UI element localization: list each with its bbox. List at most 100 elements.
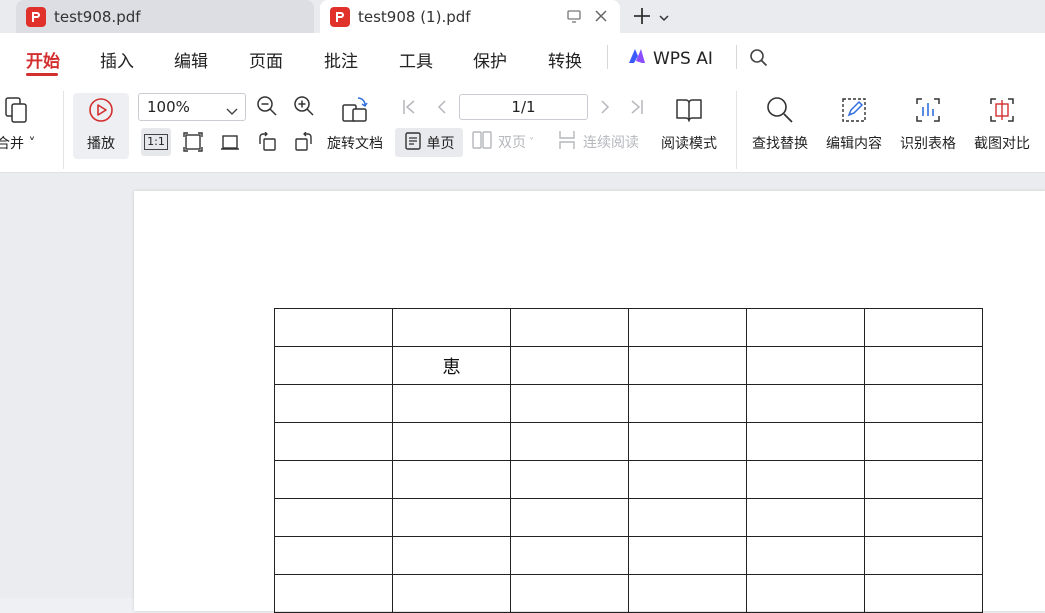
find-replace-button[interactable]: 查找替换 <box>752 93 808 153</box>
chevron-down-icon[interactable] <box>658 9 670 28</box>
menu-convert[interactable]: 转换 <box>548 47 582 72</box>
merge-icon <box>2 93 30 127</box>
table-cell <box>628 384 747 423</box>
menu-home[interactable]: 开始 <box>26 47 60 72</box>
wps-ai-logo-icon <box>627 47 647 70</box>
menu-protect[interactable]: 保护 <box>473 47 507 72</box>
menu-edit[interactable]: 编辑 <box>174 47 208 72</box>
new-tab-button[interactable] <box>632 6 670 30</box>
table-cell <box>392 574 511 613</box>
table-cell <box>628 536 747 575</box>
table-cell <box>746 460 865 499</box>
tab-test908-1[interactable]: test908 (1).pdf <box>320 0 620 33</box>
single-page-icon <box>404 131 422 155</box>
double-page-icon <box>472 130 492 154</box>
pdf-page[interactable]: 恵 <box>134 191 1045 613</box>
table-row <box>274 498 983 537</box>
screenshot-compare-button[interactable]: 截图对比 <box>974 93 1030 153</box>
table-cell <box>392 498 511 537</box>
table-cell <box>510 384 629 423</box>
tab-bar: test908.pdf test908 (1).pdf <box>0 0 1045 33</box>
zoom-out-icon[interactable] <box>256 95 278 121</box>
merge-button[interactable]: 合并 ˅ <box>0 93 35 153</box>
table-cell <box>864 346 983 385</box>
actual-size-label: 1:1 <box>144 134 168 150</box>
table-row <box>274 308 983 347</box>
tab-title: test908 (1).pdf <box>358 7 471 26</box>
active-menu-underline <box>26 73 58 76</box>
tab-title: test908.pdf <box>54 7 141 26</box>
table-cell <box>274 460 393 499</box>
menu-page[interactable]: 页面 <box>249 47 283 72</box>
previous-page-icon[interactable] <box>435 98 449 120</box>
zoom-select[interactable]: 100% <box>138 93 246 121</box>
table-cell <box>274 308 393 347</box>
table-cell <box>628 574 747 613</box>
next-page-icon[interactable] <box>598 98 612 120</box>
table-cell <box>864 498 983 537</box>
table-cell <box>746 384 865 423</box>
double-page-button[interactable]: 双页 ˅ <box>472 127 534 157</box>
reading-mode-button[interactable]: 阅读模式 <box>661 93 717 153</box>
zoom-value: 100% <box>147 98 190 116</box>
wps-ai-button[interactable]: WPS AI <box>627 47 713 70</box>
close-tab-icon[interactable] <box>594 9 608 23</box>
ribbon-toolbar: 合并 ˅ 播放 100% 旋转文档 1:1 单页 双页 ˅ 连续阅读 1/1 阅… <box>0 81 1045 173</box>
menu-annotate[interactable]: 批注 <box>324 47 358 72</box>
single-page-button[interactable]: 单页 <box>395 128 463 157</box>
play-icon <box>87 93 115 127</box>
table-cell <box>628 498 747 537</box>
table-cell <box>510 308 629 347</box>
menu-tools[interactable]: 工具 <box>399 47 433 72</box>
page-number-input[interactable]: 1/1 <box>459 94 588 120</box>
table-cell <box>628 422 747 461</box>
menu-divider <box>736 45 737 69</box>
recognize-table-label: 识别表格 <box>900 136 956 152</box>
table-cell <box>746 346 865 385</box>
menu-insert[interactable]: 插入 <box>100 47 134 72</box>
recognize-table-button[interactable]: 识别表格 <box>900 93 956 153</box>
table-cell: 恵 <box>392 346 511 385</box>
toolbar-divider <box>736 91 737 169</box>
table-row: 恵 <box>274 346 983 385</box>
table-cell <box>510 498 629 537</box>
recognize-table-icon <box>913 93 943 127</box>
table-cell <box>510 422 629 461</box>
continuous-reading-button[interactable]: 连续阅读 <box>557 127 639 157</box>
table-cell <box>864 308 983 347</box>
reading-mode-label: 阅读模式 <box>661 136 717 152</box>
float-window-icon[interactable] <box>566 8 582 24</box>
table-cell <box>628 346 747 385</box>
table-cell <box>274 384 393 423</box>
rotate-document-button[interactable]: 旋转文档 <box>327 93 383 153</box>
table-row <box>274 536 983 575</box>
fit-page-icon[interactable] <box>183 132 203 156</box>
table-cell <box>274 574 393 613</box>
table-cell <box>510 536 629 575</box>
actual-size-button[interactable]: 1:1 <box>141 128 171 156</box>
table-cell <box>628 460 747 499</box>
page-indicator: 1/1 <box>511 98 536 116</box>
menu-divider <box>607 45 608 69</box>
table-row <box>274 574 983 613</box>
table-cell <box>274 422 393 461</box>
continuous-reading-label: 连续阅读 <box>583 135 639 151</box>
fit-width-icon[interactable] <box>220 132 240 156</box>
edit-content-button[interactable]: 编辑内容 <box>826 93 882 153</box>
table-cell <box>510 574 629 613</box>
last-page-icon[interactable] <box>629 98 645 120</box>
table-cell <box>864 536 983 575</box>
edit-content-icon <box>839 93 869 127</box>
chevron-down-icon: ˅ <box>529 136 534 148</box>
tab-test908[interactable]: test908.pdf <box>16 0 314 33</box>
zoom-in-icon[interactable] <box>293 95 315 121</box>
play-button[interactable]: 播放 <box>73 93 129 153</box>
table-row <box>274 384 983 423</box>
wps-ai-label: WPS AI <box>653 48 713 69</box>
find-replace-label: 查找替换 <box>752 136 808 152</box>
search-icon[interactable] <box>749 48 769 72</box>
document-workspace[interactable]: 恵 <box>0 173 1045 613</box>
rotate-left-icon[interactable] <box>257 131 277 156</box>
rotate-right-icon[interactable] <box>294 131 314 156</box>
first-page-icon[interactable] <box>401 98 417 120</box>
